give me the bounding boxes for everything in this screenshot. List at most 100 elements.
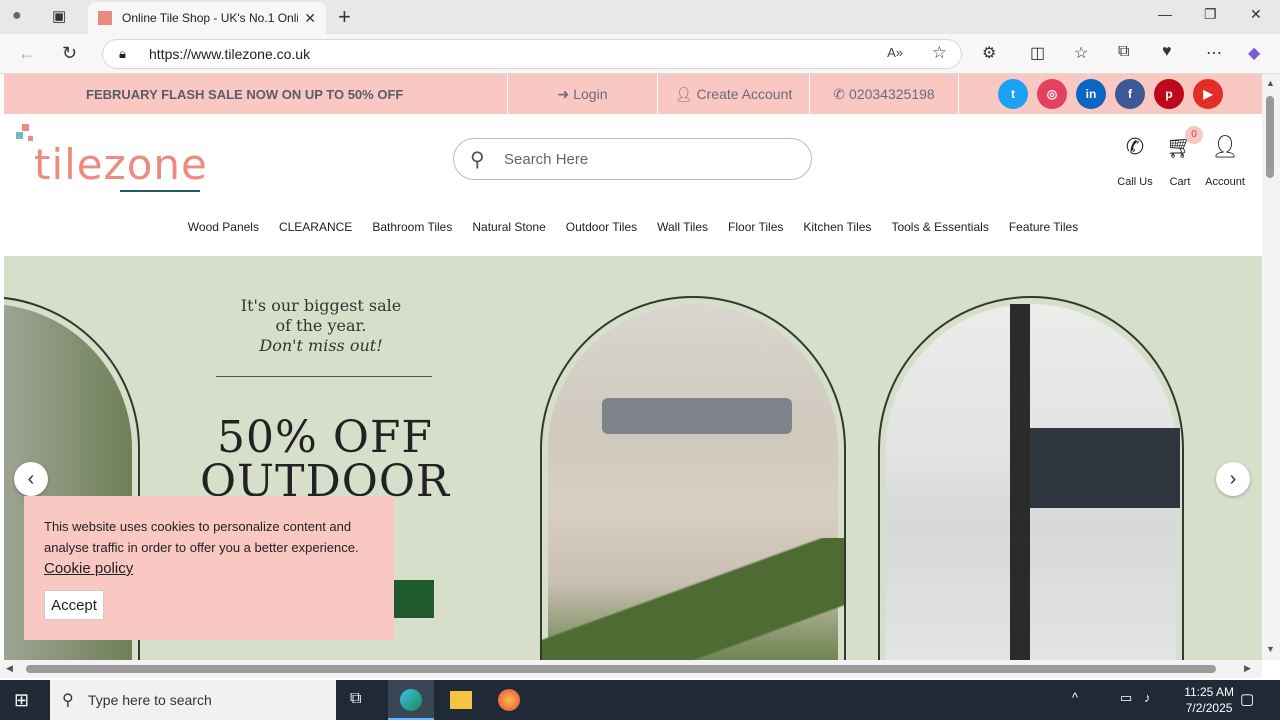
phone-icon: ✆ <box>833 85 846 102</box>
read-aloud-icon[interactable]: A» <box>887 45 903 60</box>
logo-underline <box>120 190 200 192</box>
tab-title: Online Tile Shop - UK's No.1 Onli <box>122 11 299 25</box>
hero-big1: 50% OFF <box>217 412 433 463</box>
nav-item-wood-panels[interactable]: Wood Panels <box>188 220 259 234</box>
login-label: Login <box>573 86 608 102</box>
patio-sofa <box>602 398 792 434</box>
create-account-label: Create Account <box>696 86 793 102</box>
vertical-scrollbar[interactable]: ▲ ▼ <box>1262 74 1280 660</box>
site-info-icon[interactable]: 🔒︎ <box>119 46 126 62</box>
tray-network-icon[interactable]: ▭ <box>1120 690 1132 706</box>
favorite-star-icon[interactable]: ☆ <box>932 43 947 63</box>
account-icon: 👤︎ <box>1211 134 1239 159</box>
vertical-scroll-thumb[interactable] <box>1266 96 1274 178</box>
slider-prev-button[interactable]: ‹ <box>14 462 48 496</box>
taskbar-search[interactable]: ⚲ Type here to search <box>50 680 336 720</box>
copilot-icon[interactable]: ◆ <box>1248 43 1260 63</box>
extensions-icon[interactable]: ⚙ <box>982 43 996 63</box>
cookie-text: This website uses cookies to personalize… <box>44 519 359 555</box>
hero-line3: Don't miss out! <box>259 336 383 355</box>
nav-item-natural-stone[interactable]: Natural Stone <box>472 220 545 234</box>
windows-taskbar: ⊞ ⚲ Type here to search ⧉ ^ ▭ ♪ 11:25 AM… <box>0 680 1280 720</box>
nav-item-bathroom-tiles[interactable]: Bathroom Tiles <box>372 220 452 234</box>
horizontal-scroll-thumb[interactable] <box>26 665 1216 673</box>
hero-divider <box>216 376 432 377</box>
pinterest-icon[interactable]: p <box>1154 79 1184 109</box>
browser-tab-bar: ● ▣ Online Tile Shop - UK's No.1 Onli ✕ … <box>0 0 1280 34</box>
browser-tab[interactable]: Online Tile Shop - UK's No.1 Onli ✕ <box>88 2 326 34</box>
kitchen-door-frame <box>1010 304 1030 660</box>
nav-item-wall-tiles[interactable]: Wall Tiles <box>657 220 708 234</box>
scroll-down-icon[interactable]: ▼ <box>1266 644 1275 654</box>
cart-button[interactable]: 🛒︎ 0 Cart <box>1155 126 1205 188</box>
clock-date: 7/2/2025 <box>1185 701 1233 715</box>
url-text: https://www.tilezone.co.uk <box>149 46 311 62</box>
close-tab-icon[interactable]: ✕ <box>304 10 316 27</box>
account-label: Account <box>1205 176 1245 188</box>
hero-headline: 50% OFF OUTDOOR <box>190 416 460 504</box>
file-explorer-icon[interactable] <box>450 691 472 709</box>
refresh-icon[interactable]: ↻ <box>62 43 77 64</box>
nav-item-feature-tiles[interactable]: Feature Tiles <box>1009 220 1078 234</box>
back-icon[interactable]: ← <box>18 43 36 64</box>
favorites-icon[interactable]: ☆ <box>1074 43 1088 63</box>
facebook-icon[interactable]: f <box>1115 79 1145 109</box>
browser-essentials-icon[interactable]: ♥ <box>1162 43 1172 61</box>
twitter-icon[interactable]: t <box>998 79 1028 109</box>
create-account-link[interactable]: 👤︎ Create Account <box>657 74 809 114</box>
slider-next-button[interactable]: › <box>1216 462 1250 496</box>
close-window-icon[interactable]: ✕ <box>1250 6 1262 23</box>
tilezone-logo[interactable]: tilezone <box>16 124 207 196</box>
login-icon: ➜ <box>557 85 570 102</box>
restore-icon[interactable]: ❐ <box>1204 6 1217 23</box>
sale-banner-text[interactable]: FEBRUARY FLASH SALE NOW ON UP TO 50% OFF <box>86 87 403 102</box>
nav-item-tools-essentials[interactable]: Tools & Essentials <box>891 220 988 234</box>
login-link[interactable]: ➜ Login <box>507 74 657 114</box>
split-screen-icon[interactable]: ◫ <box>1030 43 1045 63</box>
tab-actions-icon[interactable]: ▣ <box>52 7 66 25</box>
hero-line1: It's our biggest sale <box>240 296 402 315</box>
accept-cookies-button[interactable]: Accept <box>44 590 104 620</box>
new-tab-button[interactable]: + <box>338 4 351 30</box>
minimize-icon[interactable]: — <box>1158 6 1172 22</box>
call-us-button[interactable]: ✆ Call Us <box>1110 132 1160 188</box>
taskbar-search-icon: ⚲ <box>62 692 74 709</box>
account-button[interactable]: 👤︎ Account <box>1200 132 1250 188</box>
tray-volume-icon[interactable]: ♪ <box>1144 690 1151 705</box>
nav-item-outdoor-tiles[interactable]: Outdoor Tiles <box>566 220 637 234</box>
patio-grass <box>542 538 844 660</box>
nav-item-kitchen-tiles[interactable]: Kitchen Tiles <box>803 220 871 234</box>
patio-arch-image <box>540 296 846 660</box>
collections-icon[interactable]: ⧉ <box>1118 43 1129 61</box>
task-view-icon[interactable]: ⧉ <box>350 690 361 708</box>
instagram-icon[interactable]: ◎ <box>1037 79 1067 109</box>
horizontal-scrollbar[interactable]: ◀ ▶ <box>0 660 1262 678</box>
tray-chevron-icon[interactable]: ^ <box>1072 690 1078 705</box>
url-bar[interactable]: 🔒︎ https://www.tilezone.co.uk A» ☆ <box>102 39 962 69</box>
nav-item-clearance[interactable]: CLEARANCE <box>279 220 352 234</box>
search-box[interactable]: ⚲ Search Here <box>453 138 812 180</box>
linkedin-icon[interactable]: in <box>1076 79 1106 109</box>
cookie-policy-link[interactable]: Cookie policy <box>44 560 133 577</box>
scroll-right-icon[interactable]: ▶ <box>1244 663 1251 674</box>
windows-start-icon[interactable]: ⊞ <box>14 690 29 711</box>
phone-link[interactable]: ✆ 02034325198 <box>809 74 959 114</box>
kitchen-cabinets <box>1030 428 1180 508</box>
scroll-up-icon[interactable]: ▲ <box>1266 78 1275 88</box>
kitchen-arch-image <box>878 296 1184 660</box>
youtube-icon[interactable]: ▶ <box>1193 79 1223 109</box>
main-nav: Wood Panels CLEARANCE Bathroom Tiles Natura… <box>4 220 1262 234</box>
phone-number: 02034325198 <box>849 86 935 102</box>
call-us-label: Call Us <box>1117 176 1153 188</box>
search-icon[interactable]: ⚲ <box>470 147 485 172</box>
settings-more-icon[interactable]: ⋯ <box>1206 43 1222 63</box>
address-toolbar: ← ↻ 🔒︎ https://www.tilezone.co.uk A» ☆ ⚙… <box>0 34 1280 74</box>
notifications-icon[interactable]: ▢ <box>1240 690 1254 708</box>
taskbar-clock[interactable]: 11:25 AM 7/2/2025 <box>1184 684 1234 716</box>
phone-icon: ✆ <box>1125 134 1145 159</box>
scroll-left-icon[interactable]: ◀ <box>6 663 13 674</box>
nav-item-floor-tiles[interactable]: Floor Tiles <box>728 220 783 234</box>
profile-icon[interactable]: ● <box>12 7 22 25</box>
promo-bar: FEBRUARY FLASH SALE NOW ON UP TO 50% OFF… <box>4 74 1262 114</box>
firefox-icon[interactable] <box>498 689 520 711</box>
